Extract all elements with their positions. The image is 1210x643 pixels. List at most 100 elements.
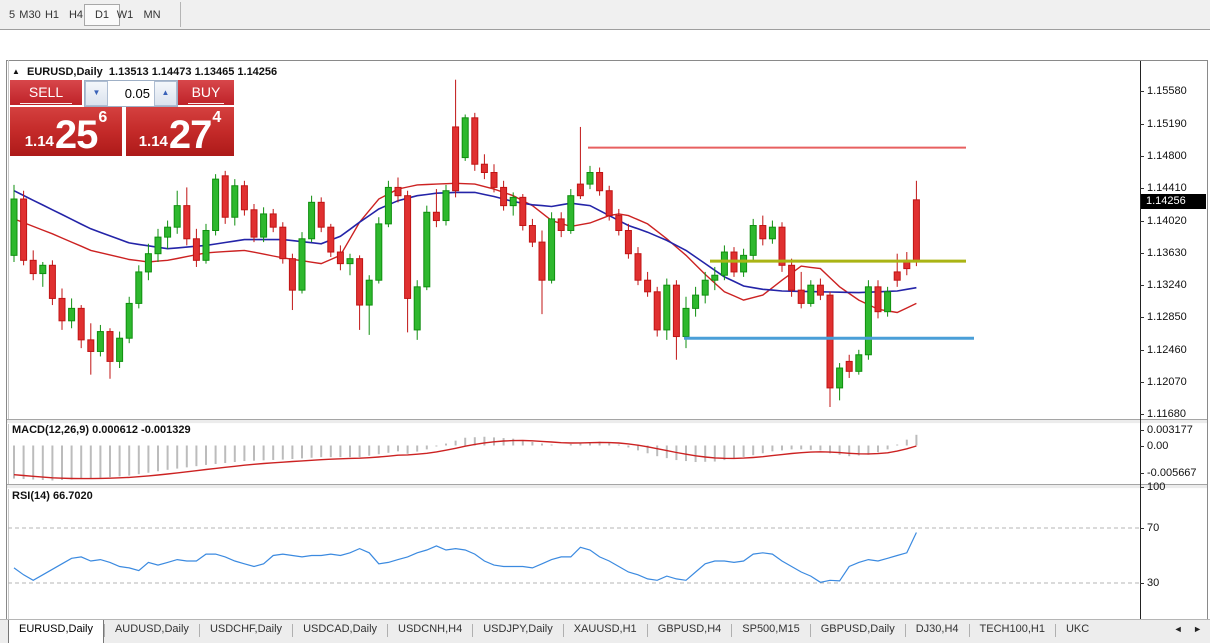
price-axis-label: 1.15580 [1147,85,1187,97]
candle-body [856,355,862,372]
candle-body [741,255,747,272]
candle-body [453,127,459,191]
candle-body [625,230,631,253]
pane-splitter-rsi[interactable] [7,484,1207,489]
candle-body [683,308,689,336]
candle-body [750,226,756,256]
candle-body [251,210,257,237]
timeframe-button-MN[interactable]: MN [136,4,168,26]
candle-body [433,212,439,220]
volume-increase-button[interactable]: ▲ [154,81,177,106]
volume-input[interactable] [108,81,154,106]
window-frame-right [1207,60,1208,643]
rsi-axis-label: 30 [1147,577,1159,589]
candle-body [261,214,267,237]
candle-body [136,272,142,303]
candle-body [155,237,161,254]
chart-tab-dj30-h4[interactable]: DJ30,H4 [906,620,969,643]
candle-body [712,275,718,280]
axis-tick [1140,487,1144,488]
candle-body [59,298,65,320]
candle-body [395,187,401,195]
candle-body [577,184,583,196]
macd-label: MACD(12,26,9) 0.000612 -0.001329 [12,424,191,436]
volume-decrease-button[interactable]: ▼ [85,81,108,106]
price-axis-label: 1.12070 [1147,376,1187,388]
candle-body [241,186,247,210]
axis-tick [1140,253,1144,254]
buy-price-button[interactable]: 1.14 27 4 [126,107,234,156]
candle-body [654,292,660,330]
candle-body [299,239,305,290]
candle-body [664,285,670,330]
candle-body [789,265,795,290]
chart-tab-sp500-m15[interactable]: SP500,M15 [732,620,809,643]
chart-tab-ukc[interactable]: UKC [1056,620,1099,643]
candle-body [78,308,84,339]
chart-tab-audusd-daily[interactable]: AUDUSD,Daily [105,620,199,643]
buy-price-prefix: 1.14 [139,133,168,150]
chart-window[interactable]: ▲ EURUSD,Daily 1.13513 1.14473 1.13465 1… [0,30,1210,619]
sell-button[interactable]: SELL [10,80,82,105]
candle-body [337,252,343,264]
rsi-line [14,533,916,583]
chart-tab-usdjpy-daily[interactable]: USDJPY,Daily [473,620,563,643]
ohlc-open: 1.13513 [109,66,149,78]
candle-body [21,199,27,260]
macd-axis-label: 0.003177 [1147,424,1193,436]
candle-body [702,280,708,295]
chart-tab-usdcnh-h4[interactable]: USDCNH,H4 [388,620,472,643]
price-axis-line [1140,61,1141,623]
candle-body [414,287,420,330]
tab-scroll-right-icon[interactable]: ► [1193,624,1206,634]
spinner-down-icon: ▼ [93,88,101,97]
rsi-value: 66.7020 [53,490,93,502]
price-axis-label: 1.14800 [1147,150,1187,162]
candle-body [405,196,411,299]
candle-body [69,308,75,320]
candle-body [232,186,238,217]
buy-button[interactable]: BUY [178,80,234,105]
candle-body [520,197,526,225]
one-click-trading-panel: SELL ▼ ▲ BUY 1.14 25 6 [10,80,234,153]
mt4-window: 5M30H1H4D1W1MN ▲ EURUSD,Daily 1.13513 1.… [0,0,1210,643]
chart-tab-gbpusd-daily[interactable]: GBPUSD,Daily [811,620,905,643]
candle-body [817,285,823,295]
candle-body [587,172,593,184]
candle-body [568,196,574,231]
window-frame-left [6,60,7,643]
sell-price-prefix: 1.14 [25,133,54,150]
candle-body [145,254,151,272]
axis-tick [1140,382,1144,383]
candle-body [597,172,603,190]
buy-price-pip: 4 [212,109,221,127]
tab-scroll-arrows[interactable]: ◄ ► [1174,624,1206,634]
price-axis-label: 1.12460 [1147,344,1187,356]
chart-tab-tech100-h1[interactable]: TECH100,H1 [970,620,1055,643]
candle-body [693,295,699,308]
current-price-tag: 1.14256 [1141,194,1206,209]
axis-tick [1140,188,1144,189]
sell-price-button[interactable]: 1.14 25 6 [10,107,122,156]
candle-body [270,214,276,227]
axis-tick [1140,221,1144,222]
chart-tab-xauusd-h1[interactable]: XAUUSD,H1 [564,620,647,643]
candle-body [885,292,891,312]
candle-body [376,224,382,280]
candle-body [357,259,363,305]
sell-price-big: 25 [55,117,98,153]
chart-tab-eurusd-daily[interactable]: EURUSD,Daily [8,620,104,643]
toolbar-separator [180,2,181,27]
chart-tab-bar: EURUSD,DailyAUDUSD,DailyUSDCHF,DailyUSDC… [0,619,1210,643]
chart-tab-usdcad-daily[interactable]: USDCAD,Daily [293,620,387,643]
candle-body [606,191,612,216]
chart-tab-gbpusd-h4[interactable]: GBPUSD,H4 [648,620,732,643]
chart-symbol-label: EURUSD,Daily [27,66,103,78]
candle-body [913,200,919,262]
collapse-triangle-icon[interactable]: ▲ [12,67,20,76]
axis-tick [1140,528,1144,529]
chart-tab-usdchf-daily[interactable]: USDCHF,Daily [200,620,292,643]
tab-scroll-left-icon[interactable]: ◄ [1174,624,1187,634]
macd-signal-value: -0.001329 [141,424,191,436]
rsi-chart-canvas[interactable] [8,487,1140,623]
